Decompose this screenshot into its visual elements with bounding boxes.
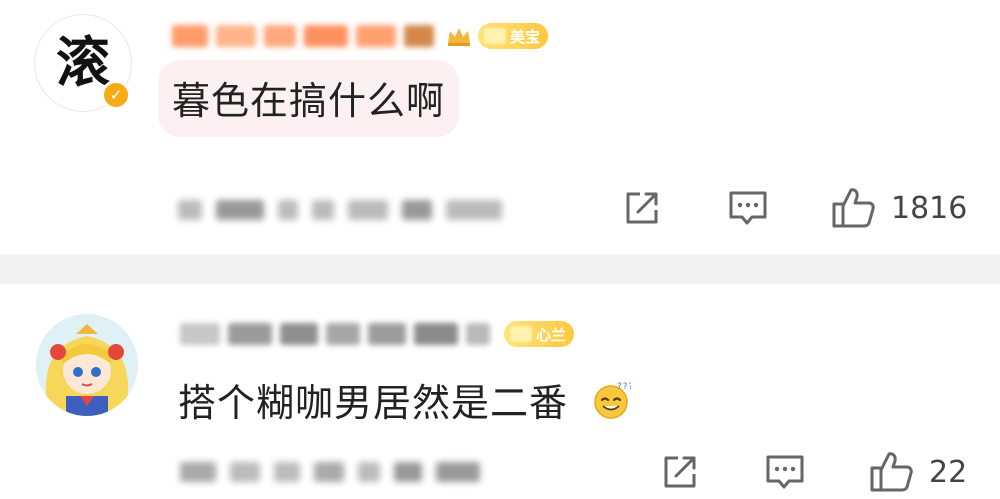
username-blur xyxy=(172,25,208,47)
share-icon xyxy=(626,192,658,224)
comment-meta-blurred xyxy=(180,462,494,482)
comment-meta-blurred xyxy=(178,200,516,220)
comment-text: 搭个糊咖男居然是二番 ??? xyxy=(178,372,633,427)
username[interactable]: 美宝 xyxy=(172,22,549,50)
comment-text: 暮色在搞什么啊 xyxy=(158,60,460,137)
member-icon xyxy=(510,326,532,342)
member-badge-label: 心兰 xyxy=(536,325,567,344)
thumbs-up-icon xyxy=(870,452,913,492)
reply-button[interactable] xyxy=(727,188,769,228)
avatar-image xyxy=(36,314,138,416)
svg-text:???: ??? xyxy=(617,382,631,392)
member-badge[interactable]: 心兰 xyxy=(504,321,575,347)
like-button[interactable]: 1816 xyxy=(831,186,967,230)
comment-icon xyxy=(766,455,804,489)
share-icon xyxy=(664,456,696,488)
member-badge[interactable]: 美宝 xyxy=(478,23,549,49)
reply-button[interactable] xyxy=(764,452,806,492)
comment-item: 心兰 搭个糊咖男居然是二番 ??? xyxy=(0,284,1000,499)
crown-icon xyxy=(448,28,470,46)
avatar[interactable] xyxy=(36,314,138,416)
like-count: 1816 xyxy=(891,190,968,226)
username-blur xyxy=(180,323,220,345)
like-button[interactable]: 22 xyxy=(869,450,967,494)
like-count: 22 xyxy=(929,454,968,490)
verified-icon: ✓ xyxy=(101,80,131,110)
divider xyxy=(0,254,1000,284)
comment-text-label: 搭个糊咖男居然是二番 xyxy=(178,381,569,425)
comment-icon xyxy=(729,191,767,225)
sweat-smile-emoji-icon: ??? xyxy=(594,382,633,419)
member-icon xyxy=(484,28,506,44)
comment-item: 滚 ✓ 美宝 暮色在搞什么啊 1816 xyxy=(0,0,1000,254)
share-button[interactable] xyxy=(660,452,700,492)
thumbs-up-icon xyxy=(832,188,875,228)
username[interactable]: 心兰 xyxy=(180,320,575,348)
member-badge-label: 美宝 xyxy=(510,27,541,46)
share-button[interactable] xyxy=(622,188,662,228)
